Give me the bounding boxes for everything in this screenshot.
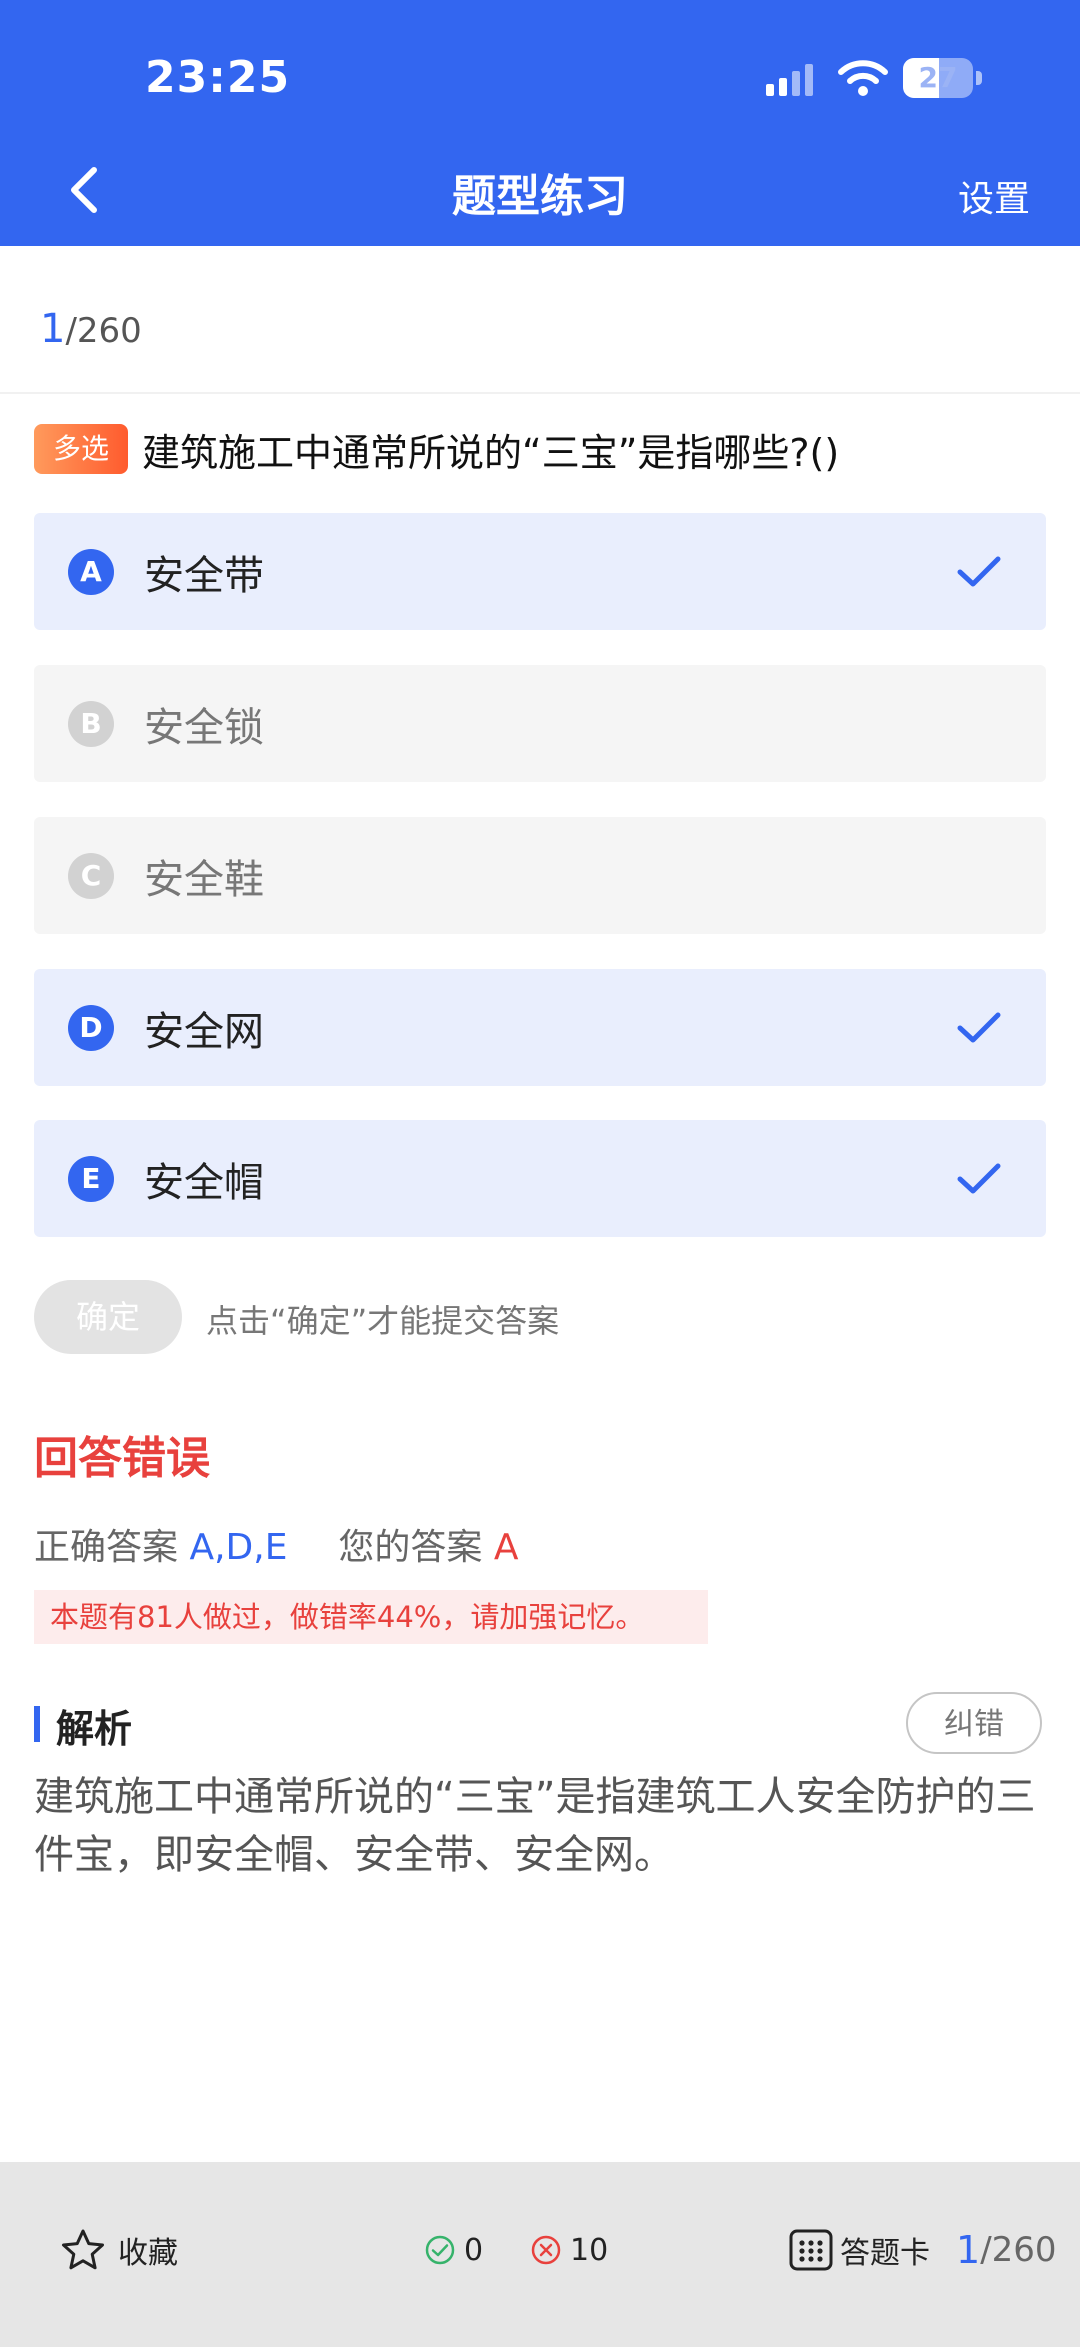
option-text: 安全帽 bbox=[144, 1160, 264, 1206]
option-letter-badge: A bbox=[68, 549, 114, 595]
your-answer-value: A bbox=[493, 1527, 519, 1568]
grid-icon bbox=[789, 2229, 833, 2271]
divider bbox=[0, 392, 1080, 394]
result-status: 回答错误 bbox=[34, 1433, 210, 1484]
total-questions: /260 bbox=[65, 311, 142, 351]
question-type-tag: 多选 bbox=[34, 424, 128, 474]
option-e[interactable]: E 安全帽 bbox=[34, 1120, 1046, 1237]
report-error-button[interactable]: 纠错 bbox=[906, 1692, 1042, 1754]
option-c[interactable]: C 安全鞋 bbox=[34, 817, 1046, 934]
question-counter: 1/260 bbox=[40, 306, 142, 352]
analysis-text: 建筑施工中通常所说的“三宝”是指建筑工人安全防护的三件宝，即安全帽、安全带、安全… bbox=[34, 1774, 1036, 1878]
status-time: 23:25 bbox=[145, 52, 291, 103]
option-text: 安全带 bbox=[144, 553, 264, 599]
option-b[interactable]: B 安全锁 bbox=[34, 665, 1046, 782]
option-letter-badge: D bbox=[68, 1005, 114, 1051]
wrong-count: 10 bbox=[530, 2228, 608, 2272]
wrong-count-value: 10 bbox=[570, 2232, 609, 2268]
option-letter-badge: B bbox=[68, 701, 114, 747]
x-circle-icon bbox=[531, 2235, 561, 2265]
option-letter-badge: C bbox=[68, 853, 114, 899]
check-icon bbox=[957, 556, 1001, 587]
option-text: 安全锁 bbox=[144, 705, 264, 751]
correct-count: 0 bbox=[424, 2228, 483, 2272]
page-title: 题型练习 bbox=[452, 171, 628, 222]
answer-line: 正确答案 A,D,E 您的答案 A bbox=[34, 1518, 518, 1570]
current-question-number: 1 bbox=[40, 306, 66, 352]
option-a[interactable]: A 安全带 bbox=[34, 513, 1046, 630]
question-text: 建筑施工中通常所说的“三宝”是指哪些?() bbox=[142, 431, 840, 475]
option-text: 安全网 bbox=[144, 1009, 264, 1055]
error-rate-note: 本题有81人做过，做错率44%，请加强记忆。 bbox=[34, 1590, 708, 1644]
section-accent-bar bbox=[34, 1706, 40, 1742]
check-circle-icon bbox=[425, 2235, 455, 2265]
analysis-title: 解析 bbox=[56, 1707, 133, 1751]
correct-answer-label: 正确答案 bbox=[34, 1527, 179, 1568]
option-text: 安全鞋 bbox=[144, 857, 264, 903]
bottom-question-counter: 1/260 bbox=[956, 2228, 1057, 2272]
confirm-button[interactable]: 确定 bbox=[34, 1280, 182, 1354]
bottom-bar: 收藏 0 10 答题卡 1/260 bbox=[0, 2162, 1080, 2347]
correct-count-value: 0 bbox=[464, 2232, 484, 2268]
wifi-icon bbox=[838, 60, 888, 96]
your-answer-label: 您的答案 bbox=[338, 1527, 483, 1568]
cellular-signal-icon bbox=[766, 64, 813, 96]
battery-level: 27 bbox=[918, 61, 958, 94]
current-question-number: 1 bbox=[956, 2228, 981, 2272]
option-letter-badge: E bbox=[68, 1156, 114, 1202]
answer-card-button[interactable]: 答题卡 bbox=[788, 2228, 930, 2272]
check-icon bbox=[957, 1012, 1001, 1043]
favorite-label: 收藏 bbox=[118, 2236, 178, 2271]
star-icon bbox=[62, 2229, 104, 2270]
submit-hint: 点击“确定”才能提交答案 bbox=[206, 1302, 560, 1340]
correct-answer-value: A,D,E bbox=[189, 1527, 288, 1568]
top-bar: 23:25 27 题型练习 设置 bbox=[0, 0, 1080, 246]
settings-button[interactable]: 设置 bbox=[958, 170, 1030, 222]
check-icon bbox=[957, 1163, 1001, 1194]
favorite-button[interactable]: 收藏 bbox=[60, 2228, 178, 2272]
total-questions: /260 bbox=[980, 2230, 1057, 2270]
option-d[interactable]: D 安全网 bbox=[34, 969, 1046, 1086]
answer-card-label: 答题卡 bbox=[840, 2236, 930, 2271]
battery-icon: 27 bbox=[903, 58, 983, 98]
